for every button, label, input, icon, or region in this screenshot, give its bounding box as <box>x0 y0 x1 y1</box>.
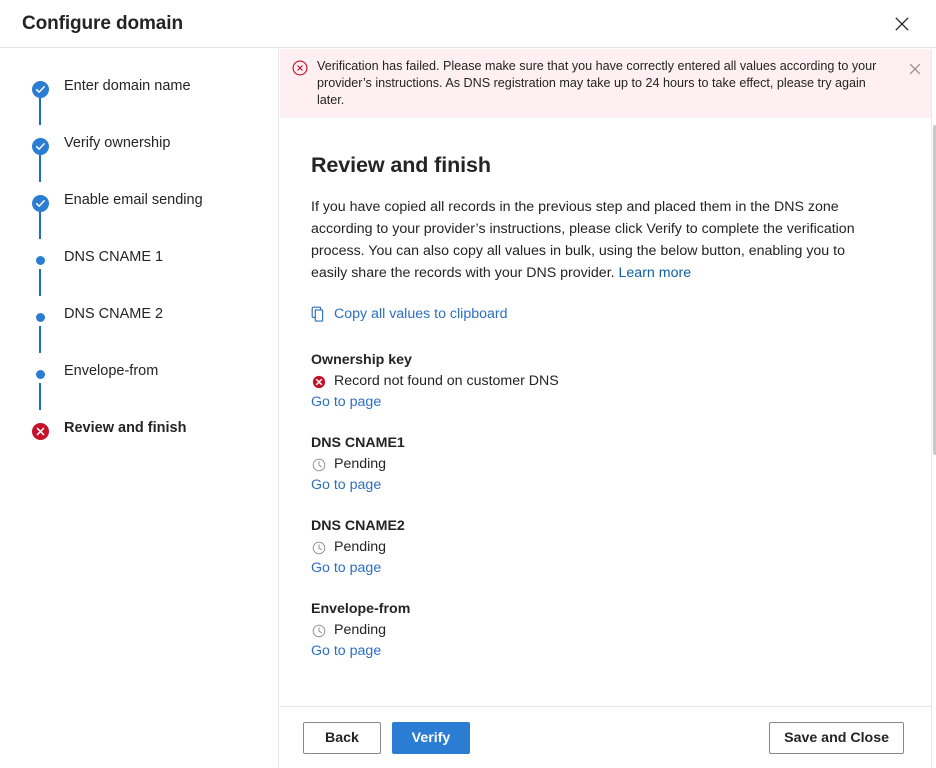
step-item-dns-cname-1[interactable]: DNS CNAME 1 <box>0 220 279 277</box>
step-status-completed-icon <box>31 80 49 98</box>
configure-domain-dialog: Configure domain Enter domain name Verify… <box>0 0 936 768</box>
clock-icon-glyph <box>312 458 326 472</box>
check-icon-glyph <box>35 141 46 152</box>
dialog-titlebar: Configure domain <box>0 0 936 48</box>
record-status-text: Pending <box>334 538 386 557</box>
record-status-text: Record not found on customer DNS <box>334 372 559 391</box>
banner-close-icon-glyph <box>909 63 921 75</box>
record-status-item: Envelope-from PendingGo to page <box>311 599 896 661</box>
go-to-page-link[interactable]: Go to page <box>311 392 381 412</box>
close-icon[interactable] <box>886 8 918 40</box>
step-item-label: DNS CNAME 1 <box>64 247 163 267</box>
step-item-label: DNS CNAME 2 <box>64 304 163 324</box>
record-status-item: DNS CNAME1 PendingGo to page <box>311 433 896 495</box>
step-item-review-and-finish[interactable]: Review and finish <box>0 391 279 448</box>
check-icon-glyph <box>35 84 46 95</box>
record-status-row: Pending <box>311 621 896 640</box>
dot-icon <box>36 256 45 265</box>
step-item-verify-ownership[interactable]: Verify ownership <box>0 106 279 163</box>
clock-icon-glyph <box>312 624 326 638</box>
content-body: Review and finish If you have copied all… <box>280 118 936 661</box>
step-item-dns-cname-2[interactable]: DNS CNAME 2 <box>0 277 279 334</box>
page-description: If you have copied all records in the pr… <box>311 196 878 284</box>
record-name: Envelope-from <box>311 599 896 619</box>
record-status-item: Ownership key Record not found on custome… <box>311 350 896 412</box>
step-item-label: Enable email sending <box>64 190 203 210</box>
record-name: DNS CNAME1 <box>311 433 896 453</box>
clock-icon <box>311 540 326 555</box>
error-banner: Verification has failed. Please make sur… <box>280 49 936 118</box>
step-status-completed-icon <box>31 194 49 212</box>
clock-icon <box>311 623 326 638</box>
record-status-item: DNS CNAME2 PendingGo to page <box>311 516 896 578</box>
close-icon-glyph <box>894 16 910 32</box>
step-item-enable-email-sending[interactable]: Enable email sending <box>0 163 279 220</box>
check-circle-icon <box>32 138 49 155</box>
error-circle-filled-icon <box>32 423 49 440</box>
step-item-enter-domain-name[interactable]: Enter domain name <box>0 49 279 106</box>
step-item-label: Envelope-from <box>64 361 158 381</box>
learn-more-link[interactable]: Learn more <box>619 265 692 281</box>
x-icon-glyph <box>36 427 45 436</box>
dialog-title: Configure domain <box>22 13 183 35</box>
clock-icon-glyph <box>312 541 326 555</box>
error-circle-icon <box>292 60 308 76</box>
record-name: Ownership key <box>311 350 896 370</box>
banner-close-icon[interactable] <box>906 60 924 78</box>
check-icon-glyph <box>35 198 46 209</box>
record-status-text: Pending <box>334 621 386 640</box>
save-and-close-button[interactable]: Save and Close <box>769 722 904 754</box>
record-status-text: Pending <box>334 455 386 474</box>
step-item-label: Enter domain name <box>64 76 191 96</box>
error-circle-filled-icon <box>311 374 326 389</box>
copy-icon <box>311 306 327 322</box>
step-status-completed-icon <box>31 137 49 155</box>
record-status-row: Record not found on customer DNS <box>311 372 896 391</box>
step-item-label: Verify ownership <box>64 133 170 153</box>
go-to-page-link[interactable]: Go to page <box>311 558 381 578</box>
error-banner-message: Verification has failed. Please make sur… <box>317 58 892 109</box>
step-rail-sidebar: Enter domain name Verify ownership Enable … <box>0 49 279 768</box>
check-circle-icon <box>32 81 49 98</box>
go-to-page-link[interactable]: Go to page <box>311 641 381 661</box>
back-button[interactable]: Back <box>303 722 381 754</box>
copy-all-values-button[interactable]: Copy all values to clipboard <box>311 305 508 323</box>
step-item-envelope-from[interactable]: Envelope-from <box>0 334 279 391</box>
page-description-text: If you have copied all records in the pr… <box>311 199 855 281</box>
dot-icon <box>36 370 45 379</box>
error-circle-filled-icon-glyph <box>312 375 326 389</box>
footer-left-actions: Back Verify <box>303 722 470 754</box>
step-status-error-icon <box>31 422 49 440</box>
step-item-label: Review and finish <box>64 418 186 438</box>
step-status-pending-icon <box>31 365 49 383</box>
go-to-page-link[interactable]: Go to page <box>311 475 381 495</box>
verify-button[interactable]: Verify <box>392 722 470 754</box>
page-title: Review and finish <box>311 153 896 178</box>
record-status-row: Pending <box>311 538 896 557</box>
clock-icon <box>311 457 326 472</box>
copy-all-values-label: Copy all values to clipboard <box>334 305 508 323</box>
error-circle-icon-glyph <box>292 60 308 76</box>
dot-icon <box>36 313 45 322</box>
record-status-row: Pending <box>311 455 896 474</box>
record-status-list: Ownership key Record not found on custome… <box>311 350 896 661</box>
copy-icon-glyph <box>311 306 327 322</box>
step-list: Enter domain name Verify ownership Enable … <box>0 49 279 448</box>
vertical-scrollbar[interactable] <box>931 49 936 768</box>
record-name: DNS CNAME2 <box>311 516 896 536</box>
dialog-footer: Back Verify Save and Close <box>280 706 936 768</box>
content-pane: Verification has failed. Please make sur… <box>280 49 936 706</box>
check-circle-icon <box>32 195 49 212</box>
step-status-pending-icon <box>31 251 49 269</box>
step-status-pending-icon <box>31 308 49 326</box>
